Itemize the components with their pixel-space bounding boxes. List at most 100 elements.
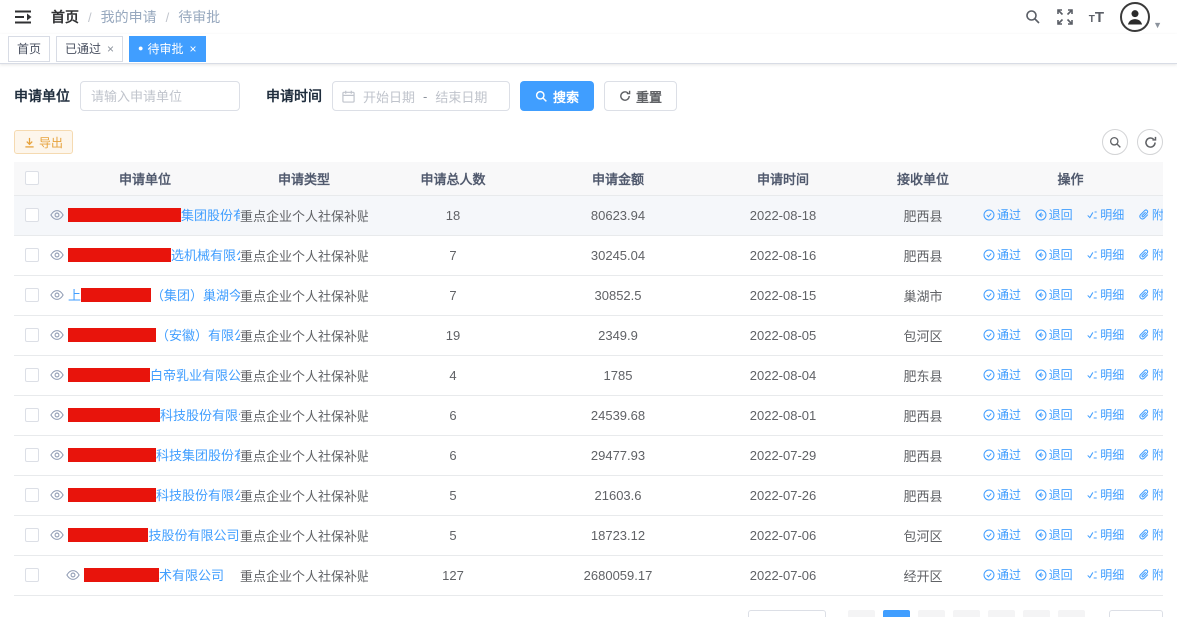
sidebar-toggle-icon[interactable]: [15, 9, 35, 25]
approve-link[interactable]: 通过: [983, 326, 1021, 343]
approve-link[interactable]: 通过: [983, 486, 1021, 503]
attachment-link[interactable]: 附件: [1138, 446, 1163, 463]
date-range-picker[interactable]: 开始日期 - 结束日期: [332, 81, 510, 111]
company-link[interactable]: 选机械有限公司: [68, 245, 240, 264]
user-menu[interactable]: ▼: [1120, 2, 1162, 32]
row-checkbox[interactable]: [25, 448, 39, 462]
company-link[interactable]: 上（集团）巢湖今辰药: [68, 285, 240, 304]
eye-icon[interactable]: [66, 568, 80, 582]
company-link[interactable]: 技股份有限公司: [68, 525, 239, 544]
approve-link[interactable]: 通过: [983, 566, 1021, 583]
return-link[interactable]: 退回: [1035, 446, 1073, 463]
return-link[interactable]: 退回: [1035, 486, 1073, 503]
eye-icon[interactable]: [50, 448, 64, 462]
unit-search-input[interactable]: [80, 81, 240, 111]
row-checkbox[interactable]: [25, 528, 39, 542]
select-all-checkbox[interactable]: [25, 171, 39, 185]
attachment-link[interactable]: 附件: [1138, 406, 1163, 423]
attachment-link[interactable]: 附件: [1138, 486, 1163, 503]
return-link[interactable]: 退回: [1035, 326, 1073, 343]
return-link[interactable]: 退回: [1035, 566, 1073, 583]
fullscreen-icon[interactable]: [1057, 9, 1073, 25]
page-jump-input[interactable]: [1109, 610, 1163, 617]
company-link[interactable]: 科技股份有限公司: [68, 485, 240, 504]
search-icon[interactable]: [1025, 9, 1041, 25]
eye-icon[interactable]: [50, 528, 64, 542]
search-button[interactable]: 搜索: [520, 81, 594, 111]
approve-link[interactable]: 通过: [983, 406, 1021, 423]
attachment-link[interactable]: 附件: [1138, 206, 1163, 223]
attachment-link[interactable]: 附件: [1138, 366, 1163, 383]
detail-link[interactable]: 明细: [1086, 526, 1124, 543]
next-page-button[interactable]: [1058, 610, 1085, 617]
approve-link[interactable]: 通过: [983, 446, 1021, 463]
company-link[interactable]: 集团股份有限公: [68, 205, 240, 224]
detail-link[interactable]: 明细: [1086, 246, 1124, 263]
eye-icon[interactable]: [50, 248, 64, 262]
attachment-link[interactable]: 附件: [1138, 526, 1163, 543]
row-checkbox[interactable]: [25, 288, 39, 302]
eye-icon[interactable]: [50, 488, 64, 502]
detail-link[interactable]: 明细: [1086, 486, 1124, 503]
page-button-1[interactable]: [883, 610, 910, 617]
approve-link[interactable]: 通过: [983, 366, 1021, 383]
return-link[interactable]: 退回: [1035, 246, 1073, 263]
eye-icon[interactable]: [50, 288, 64, 302]
return-link[interactable]: 退回: [1035, 206, 1073, 223]
page-button-4[interactable]: [988, 610, 1015, 617]
eye-icon[interactable]: [50, 328, 64, 342]
prev-page-button[interactable]: [848, 610, 875, 617]
approve-link[interactable]: 通过: [983, 246, 1021, 263]
row-checkbox[interactable]: [25, 248, 39, 262]
eye-icon[interactable]: [50, 408, 64, 422]
page-button-3[interactable]: [953, 610, 980, 617]
row-checkbox[interactable]: [25, 568, 39, 582]
attachment-link[interactable]: 附件: [1138, 326, 1163, 343]
approve-link[interactable]: 通过: [983, 526, 1021, 543]
detail-link[interactable]: 明细: [1086, 326, 1124, 343]
company-link[interactable]: （安徽）有限公司: [68, 325, 240, 344]
detail-link[interactable]: 明细: [1086, 206, 1124, 223]
approve-link[interactable]: 通过: [983, 286, 1021, 303]
company-link[interactable]: 科技股份有限公司: [68, 405, 240, 424]
row-checkbox[interactable]: [25, 488, 39, 502]
return-link[interactable]: 退回: [1035, 286, 1073, 303]
font-size-icon[interactable]: TT: [1089, 10, 1104, 25]
breadcrumb-home[interactable]: 首页: [51, 7, 79, 27]
reset-button[interactable]: 重置: [604, 81, 677, 111]
return-link[interactable]: 退回: [1035, 366, 1073, 383]
detail-link[interactable]: 明细: [1086, 286, 1124, 303]
attachment-link[interactable]: 附件: [1138, 566, 1163, 583]
detail-link[interactable]: 明细: [1086, 366, 1124, 383]
return-link[interactable]: 退回: [1035, 526, 1073, 543]
tab-home[interactable]: 首页: [8, 36, 50, 62]
attachment-link[interactable]: 附件: [1138, 246, 1163, 263]
show-search-toggle-button[interactable]: [1102, 129, 1128, 155]
refresh-table-button[interactable]: [1137, 129, 1163, 155]
eye-icon[interactable]: [50, 208, 64, 222]
attachment-link[interactable]: 附件: [1138, 286, 1163, 303]
breadcrumb-my-applications[interactable]: 我的申请: [101, 7, 157, 27]
close-icon[interactable]: ×: [190, 42, 197, 56]
page-size-select[interactable]: [748, 610, 826, 617]
page-button-2[interactable]: [918, 610, 945, 617]
detail-link[interactable]: 明细: [1086, 406, 1124, 423]
company-link[interactable]: 术有限公司: [84, 565, 224, 584]
page-button-5[interactable]: [1023, 610, 1050, 617]
eye-icon[interactable]: [50, 368, 64, 382]
row-checkbox[interactable]: [25, 408, 39, 422]
export-button[interactable]: 导出: [14, 130, 73, 154]
detail-link[interactable]: 明细: [1086, 566, 1124, 583]
tab-pending[interactable]: ● 待审批 ×: [129, 36, 205, 62]
row-checkbox[interactable]: [25, 208, 39, 222]
detail-link[interactable]: 明细: [1086, 446, 1124, 463]
avatar[interactable]: [1120, 2, 1150, 32]
return-link[interactable]: 退回: [1035, 406, 1073, 423]
company-link[interactable]: 科技集团股份有限公: [68, 445, 240, 464]
approve-link[interactable]: 通过: [983, 206, 1021, 223]
row-checkbox[interactable]: [25, 368, 39, 382]
close-icon[interactable]: ×: [107, 42, 114, 56]
row-checkbox[interactable]: [25, 328, 39, 342]
company-link[interactable]: 白帝乳业有限公司: [68, 365, 240, 384]
tab-approved[interactable]: 已通过 ×: [56, 36, 123, 62]
